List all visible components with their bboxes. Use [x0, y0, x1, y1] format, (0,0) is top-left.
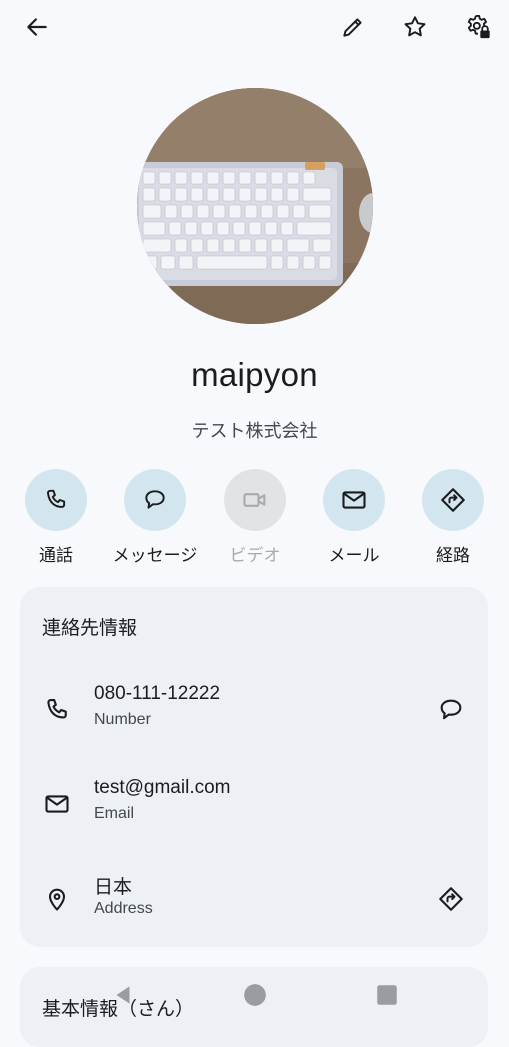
directions-icon	[441, 488, 465, 512]
phone-type: Number	[94, 711, 151, 728]
directions-action-button[interactable]: 経路	[403, 469, 503, 569]
address-value: 日本	[94, 877, 133, 898]
directions-action-label: 経路	[436, 546, 470, 565]
video-icon	[243, 493, 266, 507]
phone-row[interactable]: 080-111-12222 Number	[20, 683, 488, 753]
contact-info-card: 連絡先情報 080-111-12222 Number test@gmail.co…	[20, 587, 488, 947]
address-type: Address	[94, 900, 153, 917]
video-action-button[interactable]: ビデオ	[205, 469, 305, 569]
message-action-button[interactable]: メッセージ	[105, 469, 205, 569]
back-arrow-icon[interactable]	[20, 10, 54, 44]
location-pin-icon	[42, 884, 72, 914]
phone-icon	[42, 695, 72, 725]
mail-icon	[342, 491, 366, 509]
contact-info-title: 連絡先情報	[42, 618, 138, 639]
phone-number: 080-111-12222	[94, 683, 221, 704]
message-icon	[145, 490, 165, 509]
send-message-icon[interactable]	[434, 693, 468, 727]
call-action-button[interactable]: 通話	[6, 469, 106, 569]
nav-recent-apps-icon[interactable]	[374, 982, 400, 1008]
contact-settings-gear-icon[interactable]	[461, 10, 495, 44]
address-row[interactable]: 日本 Address	[20, 872, 488, 942]
phone-icon	[47, 489, 66, 508]
top-app-bar	[0, 0, 509, 56]
contact-company: テスト株式会社	[191, 421, 318, 441]
email-action-button[interactable]: メール	[304, 469, 404, 569]
contact-name: maipyon	[191, 356, 318, 393]
directions-icon[interactable]	[434, 882, 468, 916]
edit-pencil-icon[interactable]	[336, 10, 370, 44]
contact-photo[interactable]	[137, 88, 373, 324]
nav-home-icon[interactable]	[242, 982, 268, 1008]
mail-icon	[42, 789, 72, 819]
favorite-star-icon[interactable]	[398, 10, 432, 44]
email-type: Email	[94, 805, 135, 822]
email-row[interactable]: test@gmail.com Email	[20, 777, 488, 847]
nav-back-icon[interactable]	[110, 982, 136, 1008]
email-address: test@gmail.com	[94, 777, 231, 798]
